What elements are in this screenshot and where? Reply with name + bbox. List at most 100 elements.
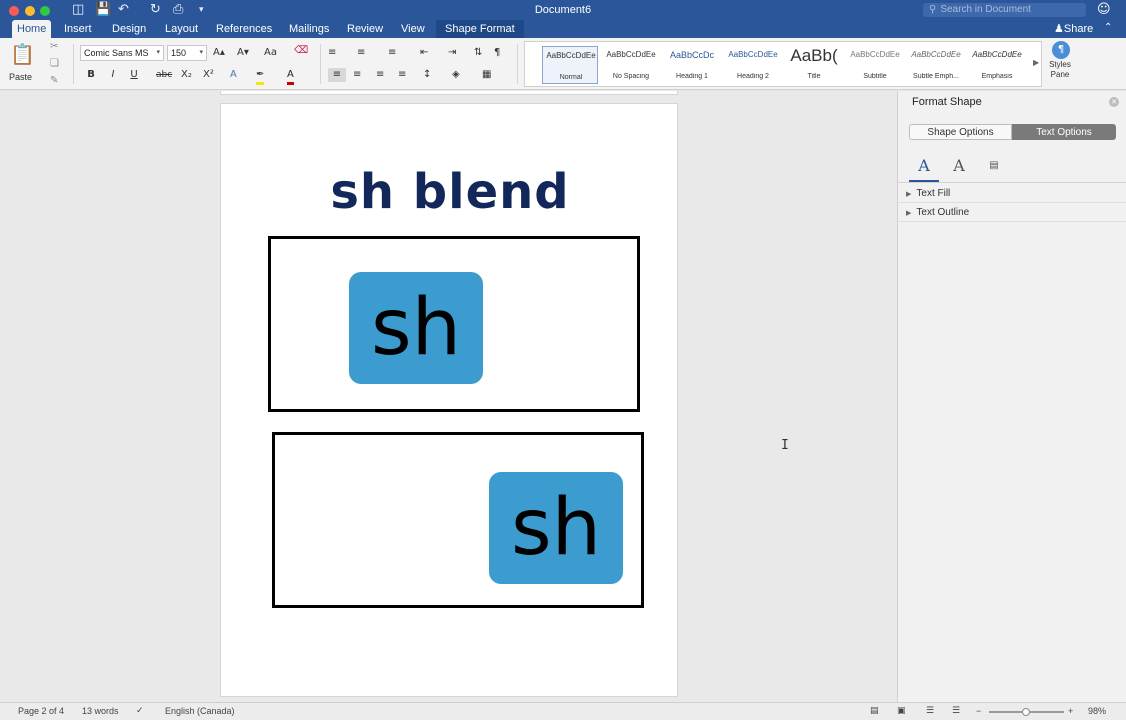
- multilevel-list-icon[interactable]: ≡: [388, 46, 396, 60]
- sort-icon[interactable]: ⇅: [474, 46, 482, 60]
- style-no-spacing[interactable]: AaBbCcDdEe No Spacing: [603, 46, 659, 84]
- shading-icon[interactable]: ◈: [452, 68, 460, 82]
- numbering-icon[interactable]: ≡: [357, 46, 365, 60]
- style-heading-2[interactable]: AaBbCcDdEe Heading 2: [725, 46, 781, 84]
- justify-icon[interactable]: ≡: [398, 68, 406, 82]
- grow-font-icon[interactable]: A▴: [213, 46, 225, 60]
- style-emphasis[interactable]: AaBbCcDdEe Emphasis: [969, 46, 1025, 84]
- font-size-select[interactable]: 150 ▾: [167, 45, 207, 61]
- tab-text-options[interactable]: Text Options: [1012, 124, 1116, 140]
- sh-tile-2[interactable]: sh: [489, 472, 623, 584]
- bullets-icon[interactable]: ≡: [328, 46, 336, 60]
- tab-home[interactable]: Home: [12, 20, 52, 38]
- italic-button[interactable]: I: [106, 68, 120, 82]
- style-normal[interactable]: AaBbCcDdEe Normal: [542, 46, 598, 84]
- pane-divider: [898, 182, 1126, 183]
- feedback-smiley-icon[interactable]: ☺: [1097, 2, 1111, 17]
- copy-icon[interactable]: ❏: [50, 57, 59, 71]
- cut-icon[interactable]: ✂: [50, 40, 58, 54]
- gallery-next-icon[interactable]: ▶: [1033, 56, 1039, 70]
- web-layout-view-icon[interactable]: ▣: [897, 706, 906, 716]
- format-painter-icon[interactable]: ✎: [50, 74, 58, 88]
- style-title[interactable]: AaBb( Title: [786, 46, 842, 84]
- window-close-button[interactable]: [9, 6, 19, 16]
- text-effects-icon[interactable]: A: [944, 154, 974, 182]
- align-center-icon[interactable]: ≡: [353, 68, 361, 82]
- borders-icon[interactable]: ▦: [482, 68, 491, 82]
- close-icon[interactable]: ✕: [1109, 97, 1119, 107]
- underline-button[interactable]: U: [127, 68, 141, 82]
- style-subtitle[interactable]: AaBbCcDdEe Subtitle: [847, 46, 903, 84]
- zoom-level[interactable]: 98%: [1088, 706, 1106, 716]
- previous-page-edge: [220, 91, 678, 95]
- tab-shape-options[interactable]: Shape Options: [909, 124, 1012, 140]
- tab-view[interactable]: View: [396, 20, 430, 38]
- redo-icon[interactable]: ↻: [150, 3, 161, 17]
- highlight-icon[interactable]: ✒: [256, 68, 265, 85]
- text-cursor-icon: I: [781, 438, 789, 453]
- line-spacing-icon[interactable]: ↕: [423, 68, 431, 82]
- customize-toolbar-icon[interactable]: ▾: [199, 3, 204, 17]
- style-subtle-emphasis[interactable]: AaBbCcDdEe Subtle Emph...: [908, 46, 964, 84]
- paste-label[interactable]: Paste: [9, 70, 32, 84]
- tab-references[interactable]: References: [211, 20, 277, 38]
- zoom-in-button[interactable]: +: [1068, 706, 1073, 716]
- window-minimize-button[interactable]: [25, 6, 35, 16]
- tab-insert[interactable]: Insert: [59, 20, 97, 38]
- zoom-slider[interactable]: [989, 708, 1064, 716]
- language[interactable]: English (Canada): [165, 706, 235, 716]
- clear-formatting-icon[interactable]: ⌫: [294, 44, 308, 58]
- proofing-icon[interactable]: ✓: [136, 706, 144, 716]
- bold-button[interactable]: B: [84, 68, 98, 82]
- paste-icon[interactable]: 📋: [10, 42, 35, 66]
- page-heading[interactable]: sh blend: [221, 164, 679, 220]
- tab-mailings[interactable]: Mailings: [284, 20, 334, 38]
- section-text-outline[interactable]: ▶ Text Outline: [898, 203, 1126, 222]
- textbox-layout-icon[interactable]: ▤: [979, 154, 1009, 182]
- zoom-slider-thumb[interactable]: [1022, 708, 1030, 716]
- document-canvas[interactable]: sh blend sh sh I: [0, 91, 897, 702]
- draft-view-icon[interactable]: ☰: [952, 706, 960, 716]
- align-left-icon[interactable]: ≡: [328, 68, 346, 82]
- strikethrough-button[interactable]: abc: [156, 68, 172, 82]
- pane-title: Format Shape: [912, 96, 982, 108]
- shape-frame-1[interactable]: sh: [268, 236, 640, 412]
- print-layout-view-icon[interactable]: ▤: [870, 706, 879, 716]
- undo-icon[interactable]: ↶: [118, 3, 129, 17]
- text-fill-outline-icon[interactable]: A: [909, 154, 939, 182]
- shape-frame-2[interactable]: sh: [272, 432, 644, 608]
- styles-pane-icon[interactable]: ¶: [1052, 41, 1070, 59]
- print-icon[interactable]: ⎙: [173, 3, 183, 17]
- tab-shape-format[interactable]: Shape Format: [436, 20, 524, 38]
- tab-layout[interactable]: Layout: [160, 20, 203, 38]
- sh-tile-1[interactable]: sh: [349, 272, 483, 384]
- search-input[interactable]: ⚲ Search in Document: [923, 3, 1086, 17]
- align-right-icon[interactable]: ≡: [376, 68, 384, 82]
- outline-view-icon[interactable]: ☰: [926, 706, 934, 716]
- section-text-fill[interactable]: ▶ Text Fill: [898, 184, 1126, 203]
- font-color-icon[interactable]: A: [287, 68, 294, 85]
- tab-review[interactable]: Review: [342, 20, 388, 38]
- page-count[interactable]: Page 2 of 4: [18, 706, 64, 716]
- superscript-button[interactable]: X²: [203, 68, 214, 82]
- increase-indent-icon[interactable]: ⇥: [448, 46, 456, 60]
- zoom-out-button[interactable]: −: [976, 706, 981, 716]
- tab-design[interactable]: Design: [107, 20, 151, 38]
- subscript-button[interactable]: X₂: [181, 68, 192, 82]
- chevron-down-icon: ▾: [156, 49, 160, 56]
- style-heading-1[interactable]: AaBbCcDc Heading 1: [664, 46, 720, 84]
- decrease-indent-icon[interactable]: ⇤: [420, 46, 428, 60]
- window-maximize-button[interactable]: [40, 6, 50, 16]
- word-count[interactable]: 13 words: [82, 706, 119, 716]
- show-formatting-icon[interactable]: ¶: [494, 46, 500, 60]
- collapse-ribbon-icon[interactable]: ⌃: [1104, 22, 1112, 33]
- page[interactable]: sh blend sh sh: [220, 103, 678, 697]
- shrink-font-icon[interactable]: A▾: [237, 46, 249, 60]
- save-icon[interactable]: 💾: [95, 3, 111, 17]
- change-case-icon[interactable]: Aa: [264, 46, 277, 60]
- sidebar-toggle-icon[interactable]: ◫: [72, 3, 84, 17]
- font-name-select[interactable]: Comic Sans MS ▾: [80, 45, 164, 61]
- styles-pane-label[interactable]: Styles Pane: [1044, 60, 1076, 80]
- text-effects-icon[interactable]: A: [230, 68, 237, 82]
- share-button[interactable]: ♟Share: [1054, 22, 1093, 35]
